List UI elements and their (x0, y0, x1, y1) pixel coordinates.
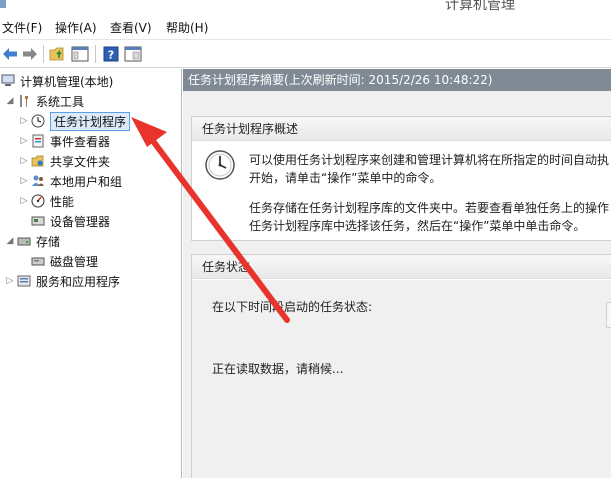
tree-item-storage[interactable]: ◢ 存储 (4, 231, 60, 251)
device-manager-icon (30, 213, 46, 229)
toolbar: ? (0, 40, 611, 68)
tree-label: 共享文件夹 (50, 154, 111, 169)
properties-pane-button[interactable] (123, 44, 143, 64)
period-dropdown[interactable] (606, 302, 611, 328)
tree-label: 性能 (50, 194, 75, 209)
overview-section: 任务计划程序概述 可以使用任务计划程序来创建和管理计算机将在所指定的时间自动执 … (191, 116, 611, 241)
collapsed-arrow-icon[interactable]: ▷ (18, 111, 30, 131)
tree-item-device-manager[interactable]: 设备管理器 (30, 211, 110, 231)
show-hide-tree-button[interactable] (70, 44, 90, 64)
overview-text-line3: 任务存储在任务计划程序库的文件夹中。若要查看单独任务上的操作 (249, 201, 610, 215)
show-hide-tree-icon (71, 46, 89, 62)
overview-section-title[interactable]: 任务计划程序概述 (192, 117, 611, 141)
task-status-section-title[interactable]: 任务状态 (192, 255, 611, 279)
overview-text-line4: 任务计划程序库中选择该任务，然后在“操作”菜单中单击命令。 (249, 219, 586, 233)
collapsed-arrow-icon[interactable]: ▷ (4, 271, 16, 291)
properties-pane-icon (124, 46, 142, 62)
back-button[interactable] (0, 44, 20, 64)
clock-large-icon (204, 149, 236, 184)
overview-text-line2: 开始，请单击“操作”菜单中的命令。 (249, 171, 442, 185)
up-one-level-button[interactable] (48, 44, 68, 64)
console-tree: 计算机管理(本地) ◢ 系统工具 ▷ 任务计划程序 ▷ 事件查看器 ▷ 共享文件… (0, 69, 182, 478)
menu-action[interactable]: 操作(A) (55, 19, 97, 36)
task-status-section: 任务状态 在以下时间段启动的任务状态: 正在读取数据，请稍候... (191, 254, 611, 478)
forward-arrow-icon (23, 48, 37, 60)
help-icon: ? (103, 46, 119, 62)
content-pane: 任务计划程序摘要(上次刷新时间: 2015/2/26 10:48:22) 任务计… (183, 69, 611, 478)
menu-bar: 文件(F) 操作(A) 查看(V) 帮助(H) (0, 14, 611, 40)
help-button[interactable]: ? (101, 44, 121, 64)
users-icon (30, 173, 46, 189)
system-tools-icon (16, 93, 32, 109)
menu-help[interactable]: 帮助(H) (166, 19, 208, 36)
task-status-label: 在以下时间段启动的任务状态: (212, 300, 373, 314)
performance-icon (30, 193, 46, 209)
window-title: 计算机管理 (445, 0, 515, 13)
computer-management-icon (0, 73, 16, 89)
folder-up-icon (49, 47, 64, 61)
services-icon (16, 273, 32, 289)
shared-folder-icon (30, 153, 46, 169)
clock-icon (30, 113, 46, 129)
summary-header: 任务计划程序摘要(上次刷新时间: 2015/2/26 10:48:22) (183, 69, 611, 91)
tree-label: 服务和应用程序 (36, 274, 121, 289)
back-arrow-icon (3, 48, 17, 60)
title-bar: 计算机管理 (0, 0, 611, 14)
tree-label: 系统工具 (36, 94, 85, 109)
tree-item-services-apps[interactable]: ▷ 服务和应用程序 (4, 271, 120, 291)
collapsed-arrow-icon[interactable]: ▷ (18, 131, 30, 151)
tree-item-system-tools[interactable]: ◢ 系统工具 (4, 91, 84, 111)
tree-item-computer-management[interactable]: 计算机管理(本地) (0, 71, 113, 91)
tree-label: 本地用户和组 (50, 174, 123, 189)
tree-label: 事件查看器 (50, 134, 111, 149)
tree-label: 任务计划程序 (50, 111, 131, 131)
tree-label: 磁盘管理 (50, 254, 99, 269)
tree-item-event-viewer[interactable]: ▷ 事件查看器 (18, 131, 110, 151)
menu-file[interactable]: 文件(F) (2, 19, 42, 36)
forward-button[interactable] (20, 44, 40, 64)
menu-view[interactable]: 查看(V) (110, 19, 152, 36)
tree-label: 计算机管理(本地) (20, 74, 114, 89)
tree-label: 设备管理器 (50, 214, 111, 229)
window-icon (0, 0, 6, 8)
collapsed-arrow-icon[interactable]: ▷ (18, 151, 30, 171)
tree-label: 存储 (36, 234, 61, 249)
disk-icon (30, 253, 46, 269)
tree-item-local-users[interactable]: ▷ 本地用户和组 (18, 171, 122, 191)
event-viewer-icon (30, 133, 46, 149)
svg-text:?: ? (108, 49, 114, 62)
task-status-body: 在以下时间段启动的任务状态: 正在读取数据，请稍候... (192, 280, 611, 478)
overview-text-line1: 可以使用任务计划程序来创建和管理计算机将在所指定的时间自动执 (249, 153, 610, 167)
expanded-arrow-icon[interactable]: ◢ (4, 91, 16, 111)
tree-item-disk-management[interactable]: 磁盘管理 (30, 251, 98, 271)
tree-item-task-scheduler[interactable]: ▷ 任务计划程序 (18, 111, 131, 131)
tree-item-performance[interactable]: ▷ 性能 (18, 191, 74, 211)
loading-message: 正在读取数据，请稍候... (212, 362, 344, 376)
collapsed-arrow-icon[interactable]: ▷ (18, 171, 30, 191)
tree-item-shared-folders[interactable]: ▷ 共享文件夹 (18, 151, 110, 171)
expanded-arrow-icon[interactable]: ◢ (4, 231, 16, 251)
collapsed-arrow-icon[interactable]: ▷ (18, 191, 30, 211)
storage-icon (16, 233, 32, 249)
